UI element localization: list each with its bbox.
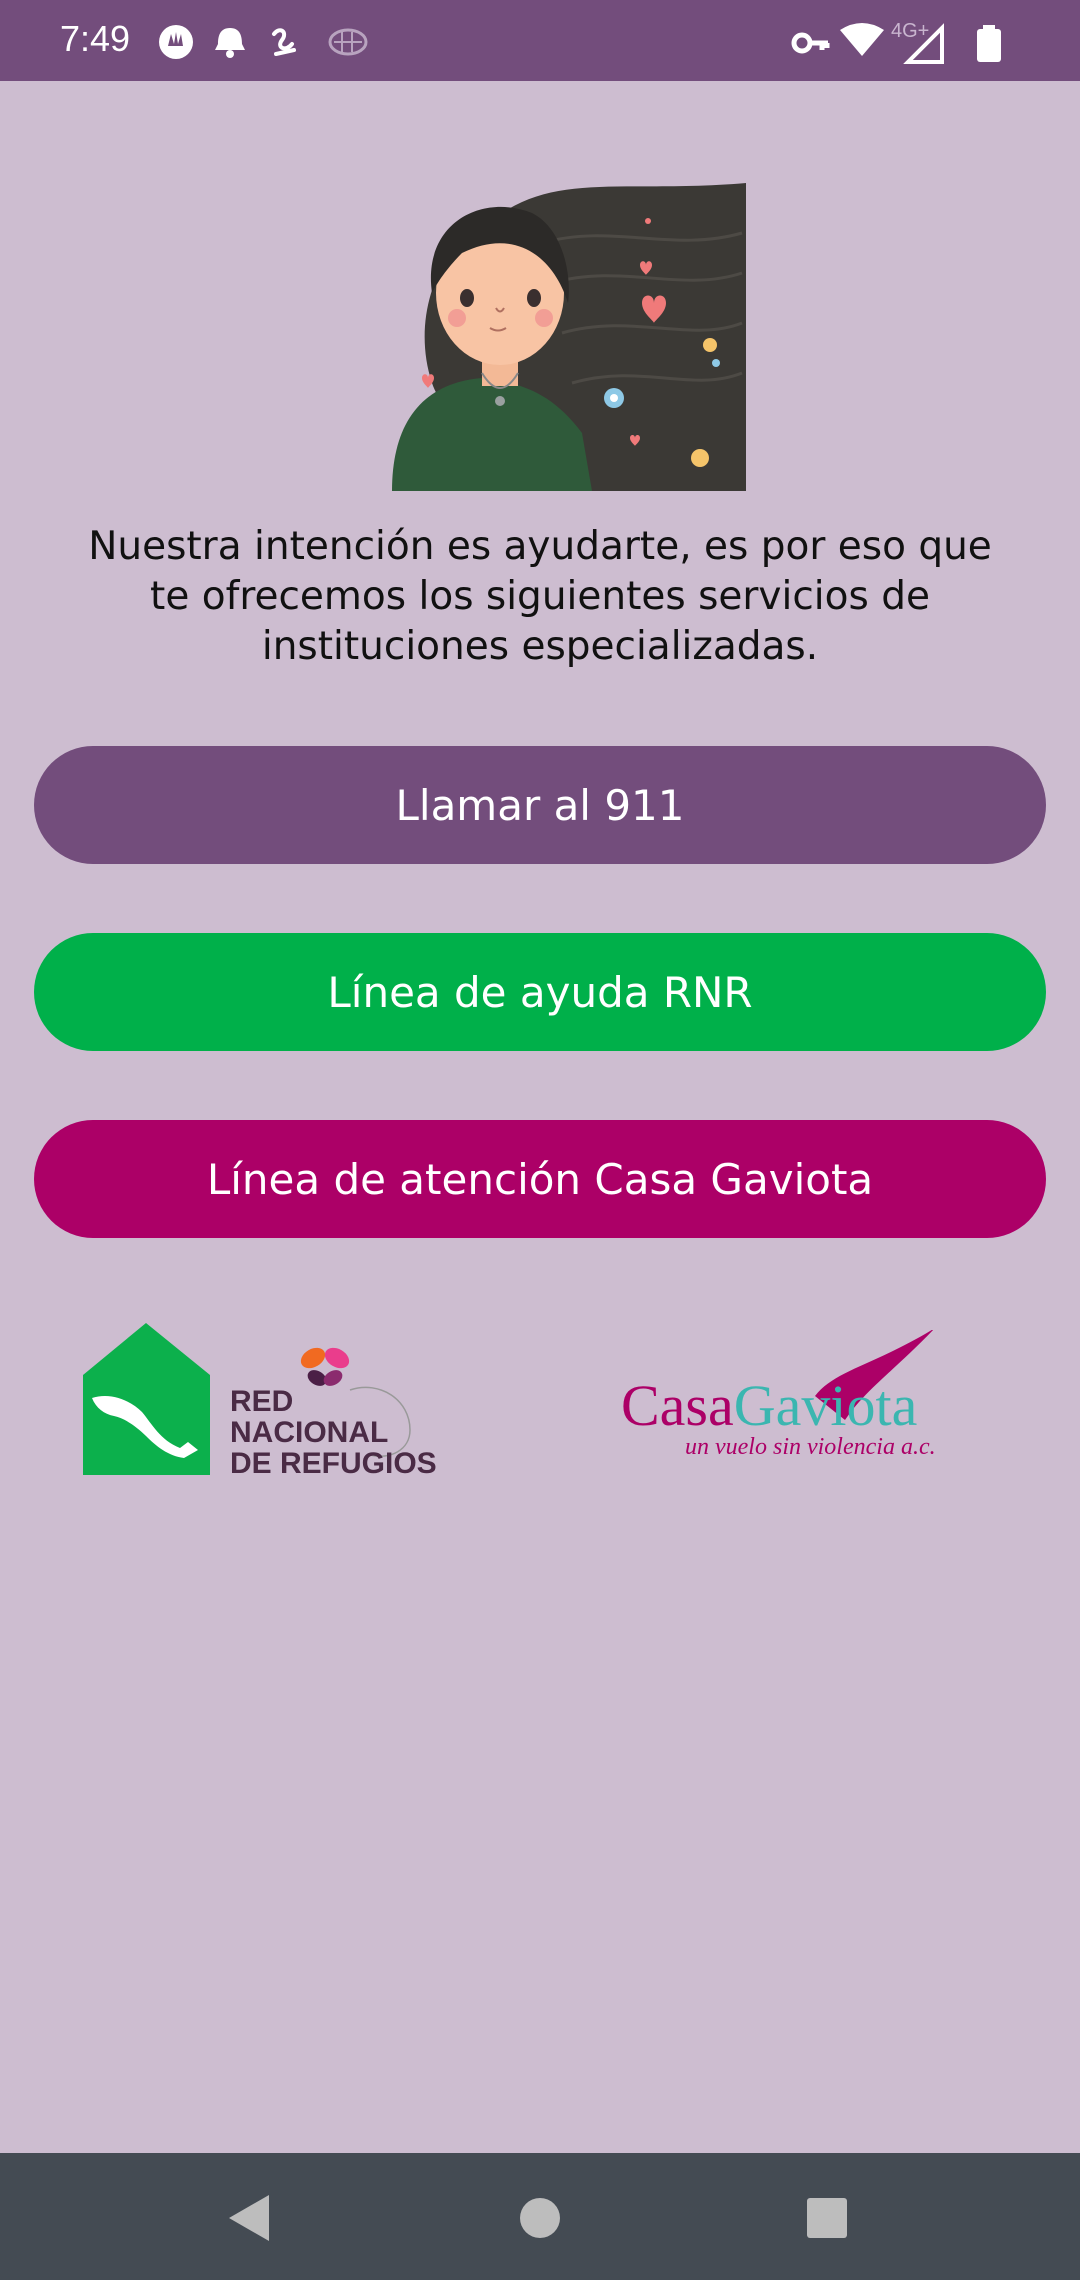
bell-icon [215, 28, 245, 58]
rnr-logo-line2: NACIONAL [230, 1416, 389, 1449]
system-icons: 4G+ [790, 12, 1080, 72]
gaviota-name-part1: Casa [621, 1373, 734, 1438]
swirl-icon [272, 28, 296, 56]
casa-gaviota-line-button[interactable]: Línea de atención Casa Gaviota [34, 1120, 1046, 1238]
hand-icon [159, 25, 193, 59]
gaviota-tagline: un vuelo sin violencia a.c. [685, 1434, 936, 1460]
rnr-logo: RED NACIONAL DE REFUGIOS [80, 1320, 465, 1480]
brain-icon [328, 28, 368, 56]
status-time: 7:49 [60, 18, 131, 59]
call-911-button[interactable]: Llamar al 911 [34, 746, 1046, 864]
gaviota-name-part2: Gaviota [733, 1373, 918, 1438]
system-nav-bar [0, 2153, 1080, 2280]
wifi-icon [840, 23, 884, 56]
status-bar: 7:49 4G+ [0, 0, 1080, 81]
recents-icon[interactable] [792, 2183, 862, 2253]
rnr-helpline-button[interactable]: Línea de ayuda RNR [34, 933, 1046, 1051]
woman-illustration [392, 183, 746, 491]
rnr-logo-line1: RED [230, 1385, 294, 1418]
key-icon [791, 32, 830, 54]
rnr-logo-line3: DE REFUGIOS [230, 1447, 437, 1480]
home-icon[interactable] [505, 2183, 575, 2253]
notification-icons [159, 25, 368, 59]
intro-text: Nuestra intención es ayudarte, es por es… [88, 524, 992, 669]
back-icon[interactable] [215, 2183, 285, 2253]
network-type: 4G+ [891, 20, 930, 42]
casa-gaviota-logo: CasaGaviota un vuelo sin violencia a.c. [615, 1330, 1005, 1470]
battery-icon [977, 25, 1001, 62]
